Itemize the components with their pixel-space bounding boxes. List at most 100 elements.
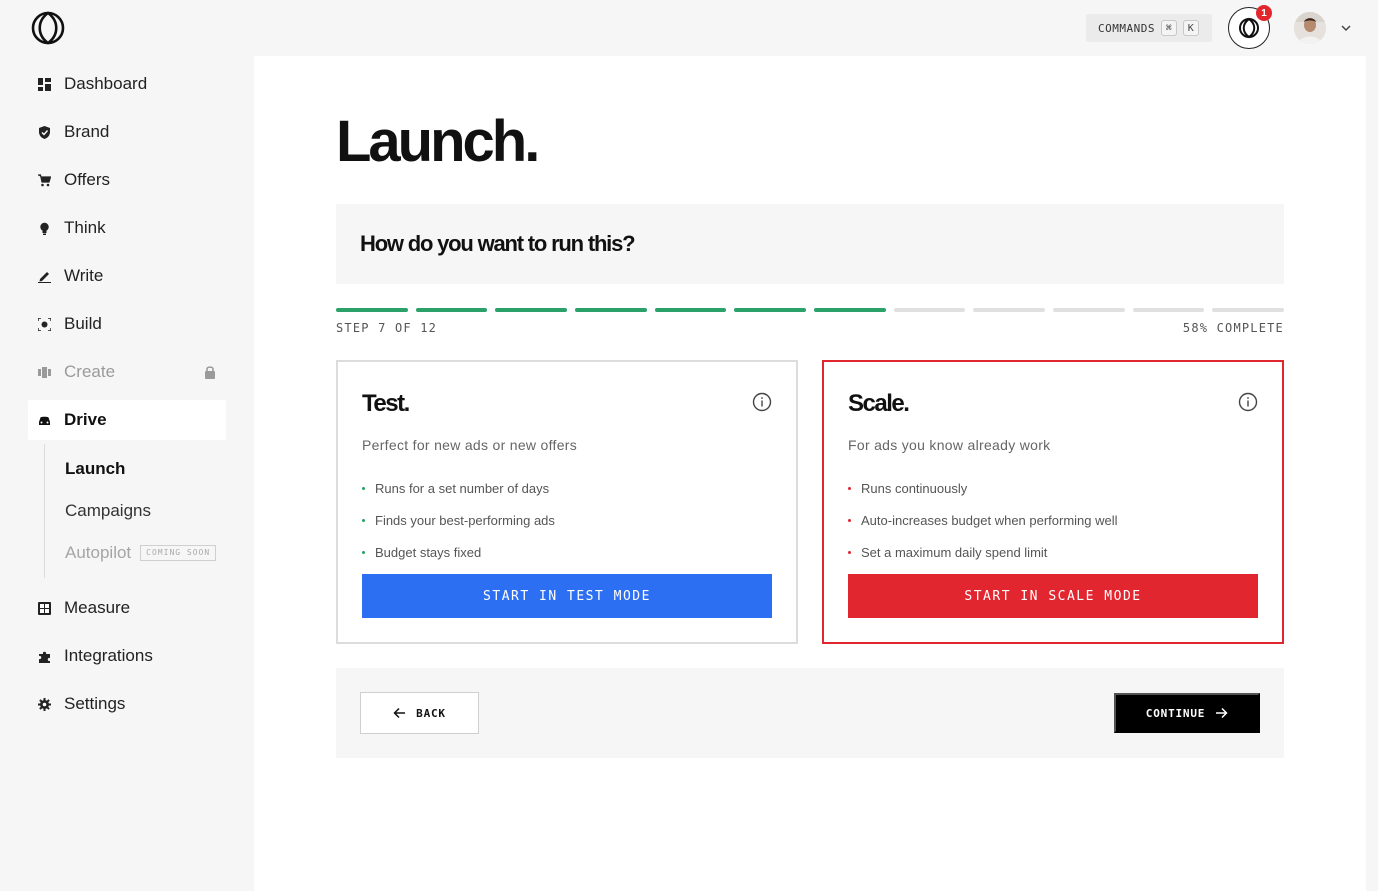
- chevron-down-icon[interactable]: [1340, 22, 1352, 34]
- sidebar-item-label: Measure: [64, 598, 131, 617]
- bullet-dot-icon: [362, 518, 365, 522]
- info-icon[interactable]: [752, 392, 772, 412]
- sidebar-item-think[interactable]: Think: [28, 208, 226, 248]
- sidebar-item-measure[interactable]: Measure: [28, 588, 226, 628]
- back-button[interactable]: BACK: [360, 692, 479, 734]
- bullet-dot-icon: [362, 486, 365, 490]
- progress-bar: [336, 308, 1285, 312]
- avatar-image-icon: [1294, 12, 1326, 44]
- list-item-text: Set a maximum daily spend limit: [861, 544, 1048, 560]
- list-item-text: Runs for a set number of days: [375, 480, 550, 496]
- car-icon: [37, 413, 51, 427]
- list-item: Set a maximum daily spend limit: [848, 536, 1118, 568]
- question-box: How do you want to run this?: [336, 204, 1284, 284]
- progress-segment: [654, 308, 727, 312]
- list-item-text: Auto-increases budget when performing we…: [861, 512, 1118, 528]
- commands-label: COMMANDS: [1098, 21, 1155, 35]
- gear-icon: [37, 697, 51, 711]
- progress-segment: [973, 308, 1046, 312]
- brand-logo-icon[interactable]: [31, 11, 65, 45]
- list-item: Runs continuously: [848, 472, 1118, 504]
- sidebar-item-brand[interactable]: Brand: [28, 112, 226, 152]
- sidebar-item-label: Dashboard: [64, 74, 148, 93]
- coming-soon-badge: COMING SOON: [140, 545, 217, 561]
- page-title: Launch.: [336, 109, 540, 174]
- feature-list: Runs for a set number of days Finds your…: [362, 472, 555, 568]
- sidebar-item-label: Think: [64, 218, 106, 237]
- progress-segment: [495, 308, 568, 312]
- arrow-left-icon: [393, 707, 406, 719]
- puzzle-icon: [37, 649, 51, 663]
- progress-segment: [575, 308, 647, 312]
- card-title: Test.: [362, 390, 410, 417]
- list-item-text: Runs continuously: [861, 480, 968, 496]
- subnav-item-label: Autopilot: [65, 543, 132, 562]
- list-item: Runs for a set number of days: [362, 472, 555, 504]
- progress-segment: [1212, 308, 1285, 312]
- card-title: Scale.: [848, 390, 910, 417]
- sidebar-item-label: Brand: [64, 122, 110, 141]
- commands-button[interactable]: COMMANDS ⌘ K: [1086, 14, 1212, 42]
- test-mode-card[interactable]: Test. Perfect for new ads or new offers …: [336, 360, 798, 644]
- lightbulb-icon: [37, 221, 51, 235]
- sidebar-item-label: Settings: [64, 694, 126, 713]
- arrow-right-icon: [1216, 707, 1228, 719]
- info-icon[interactable]: [1238, 392, 1258, 412]
- sidebar-item-integrations[interactable]: Integrations: [28, 636, 226, 676]
- back-button-label: BACK: [416, 706, 446, 720]
- sidebar-item-label: Offers: [64, 170, 110, 189]
- user-avatar[interactable]: [1294, 12, 1326, 44]
- sidebar-item-build[interactable]: Build: [28, 304, 226, 344]
- list-item: Budget stays fixed: [362, 536, 555, 568]
- list-item: Auto-increases budget when performing we…: [848, 504, 1118, 536]
- continue-button[interactable]: CONTINUE: [1114, 693, 1260, 733]
- shortcut-key-cmd: ⌘: [1160, 20, 1177, 36]
- list-item-text: Finds your best-performing ads: [375, 512, 555, 528]
- bullet-dot-icon: [362, 550, 365, 554]
- card-subtitle: Perfect for new ads or new offers: [362, 437, 578, 453]
- bullet-dot-icon: [848, 550, 851, 554]
- sidebar-item-label: Integrations: [64, 646, 153, 665]
- subnav-item-campaigns[interactable]: Campaigns: [65, 490, 226, 532]
- sidebar-item-settings[interactable]: Settings: [28, 684, 226, 724]
- progress-segment: [814, 308, 886, 312]
- notification-badge: 1: [1256, 5, 1272, 21]
- sidebar-item-dashboard[interactable]: Dashboard: [28, 64, 226, 104]
- sidebar-item-label: Build: [64, 314, 102, 333]
- progress-segment: [336, 308, 408, 312]
- list-item: Finds your best-performing ads: [362, 504, 555, 536]
- pen-icon: [37, 269, 51, 283]
- start-scale-mode-button[interactable]: START IN SCALE MODE: [848, 574, 1258, 618]
- notification-logo-icon: [1239, 17, 1259, 39]
- table-icon: [37, 601, 51, 615]
- feature-list: Runs continuously Auto-increases budget …: [848, 472, 1118, 568]
- sidebar-item-offers[interactable]: Offers: [28, 160, 226, 200]
- sidebar-item-create: Create: [28, 352, 226, 392]
- percent-complete: 58% COMPLETE: [1182, 321, 1284, 335]
- sidebar-item-label: Write: [64, 266, 104, 285]
- create-icon: [37, 365, 51, 379]
- step-indicator: STEP 7 OF 12: [336, 321, 438, 335]
- subnav-item-launch[interactable]: Launch: [65, 448, 226, 490]
- question-heading: How do you want to run this?: [360, 231, 636, 256]
- scale-mode-card[interactable]: Scale. For ads you know already work Run…: [822, 360, 1284, 644]
- subnav-item-autopilot: Autopilot COMING SOON: [65, 532, 226, 574]
- footer-actions: BACK CONTINUE: [336, 668, 1284, 758]
- dashboard-icon: [37, 77, 51, 91]
- start-test-mode-button[interactable]: START IN TEST MODE: [362, 574, 772, 618]
- sidebar: Dashboard Brand Offers Think Write Build: [28, 64, 226, 732]
- list-item-text: Budget stays fixed: [375, 544, 482, 560]
- bullet-dot-icon: [848, 486, 851, 490]
- progress-segment: [893, 308, 966, 312]
- build-icon: [37, 317, 51, 331]
- lock-icon: [205, 366, 215, 379]
- progress-segment: [734, 308, 807, 312]
- sidebar-item-write[interactable]: Write: [28, 256, 226, 296]
- cart-icon: [37, 173, 51, 187]
- card-subtitle: For ads you know already work: [848, 437, 1051, 453]
- progress-segment: [1053, 308, 1125, 312]
- main-panel: Launch. How do you want to run this? STE…: [254, 56, 1366, 891]
- sidebar-item-drive[interactable]: Drive: [28, 400, 226, 440]
- progress-segment: [415, 308, 488, 312]
- bullet-dot-icon: [848, 518, 851, 522]
